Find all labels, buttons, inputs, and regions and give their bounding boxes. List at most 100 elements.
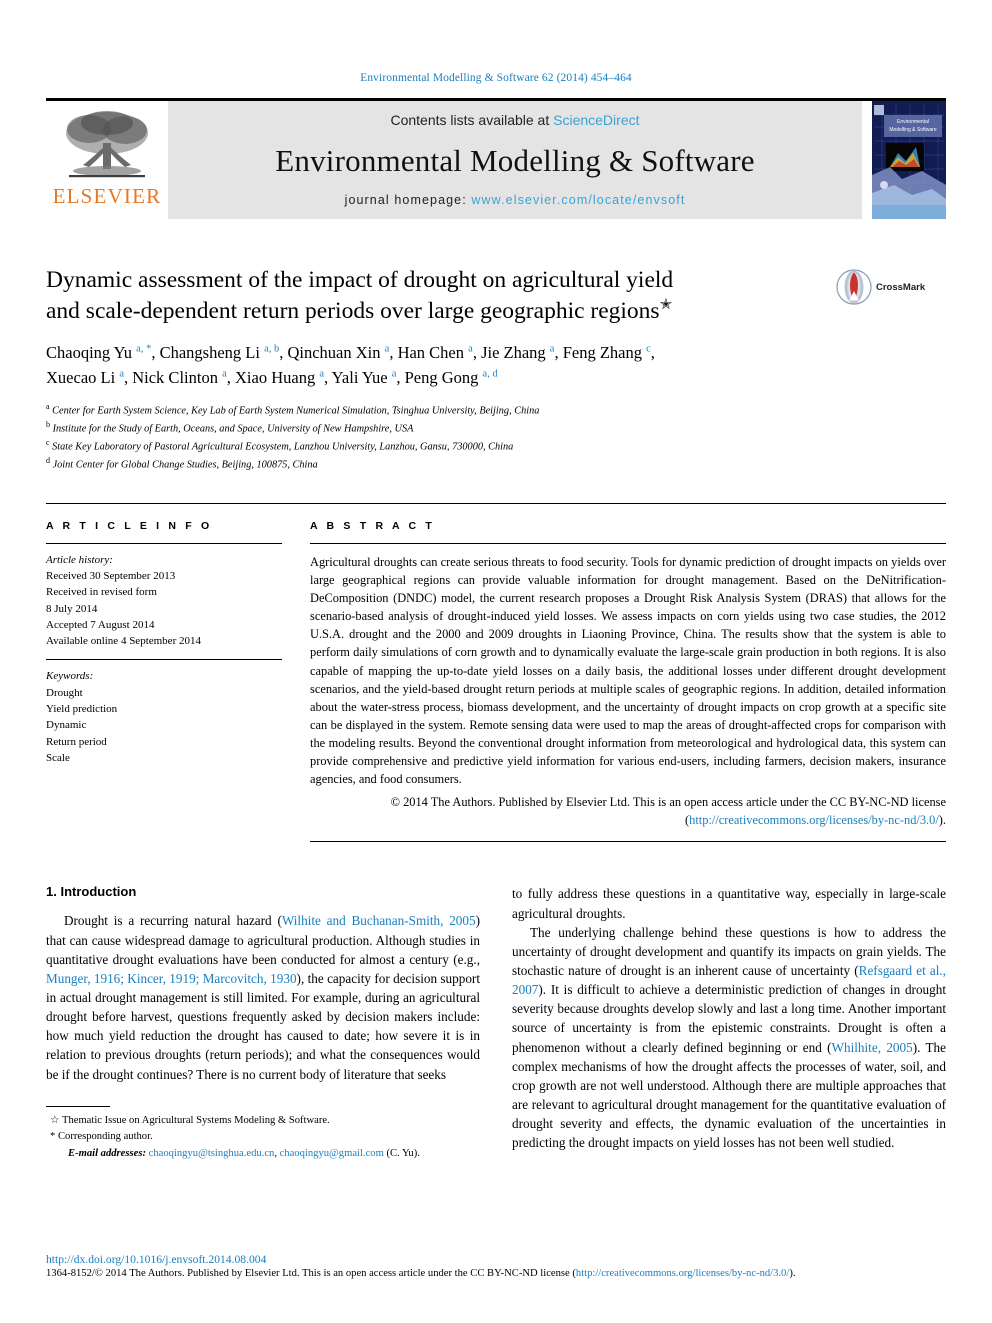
doi-link[interactable]: http://dx.doi.org/10.1016/j.envsoft.2014… bbox=[46, 1253, 946, 1266]
homepage-prefix: journal homepage: bbox=[344, 193, 472, 207]
author-affil-marker: a bbox=[222, 368, 227, 380]
citation-link[interactable]: Wilhite and Buchanan-Smith, 2005 bbox=[282, 913, 476, 928]
section-heading-introduction: 1. Introduction bbox=[46, 884, 137, 900]
affiliation-list: a Center for Earth System Science, Key L… bbox=[46, 401, 946, 473]
keyword-item: Drought bbox=[46, 686, 83, 699]
affiliation-marker: a bbox=[46, 401, 50, 411]
paper-title-line-2: and scale-dependent return periods over … bbox=[46, 297, 660, 324]
keyword-item: Dynamic bbox=[46, 719, 87, 732]
crossmark-label: CrossMark bbox=[876, 281, 926, 293]
affiliation-text: Joint Center for Global Change Studies, … bbox=[52, 459, 318, 471]
abstract-rule-bottom bbox=[310, 841, 946, 843]
abstract-column: A B S T R A C T Agricultural droughts ca… bbox=[310, 520, 946, 843]
author-affil-marker: a bbox=[319, 368, 324, 380]
footnote-corresponding-text: Corresponding author. bbox=[57, 1131, 153, 1143]
author-entry: Changsheng Li a, b, bbox=[159, 343, 288, 363]
author-entry: Xuecao Li a, bbox=[46, 367, 133, 387]
affiliation-text: State Key Laboratory of Pastoral Agricul… bbox=[52, 441, 514, 453]
intro2-text-c: ). The complex mechanisms of how the dro… bbox=[512, 1039, 946, 1151]
author-entry: Xiao Huang a, bbox=[235, 367, 332, 387]
intro-text-c: ), the capacity for decision support in … bbox=[46, 970, 480, 1082]
affiliation-text: Institute for the Study of Earth, Oceans… bbox=[52, 423, 414, 435]
keywords-block: Keywords: Drought Yield prediction Dynam… bbox=[46, 659, 282, 766]
issn-prefix: 1364-8152/© 2014 The Authors. Published … bbox=[46, 1268, 576, 1279]
article-info-column: A R T I C L E I N F O Article history: R… bbox=[46, 520, 282, 843]
article-history-line: Accepted 7 August 2014 bbox=[46, 618, 155, 631]
author-entry: Han Chen a, bbox=[397, 343, 482, 363]
journal-cover-art-icon: Environmental Modelling & Software bbox=[872, 101, 946, 219]
author-entry: Feng Zhang c, bbox=[562, 343, 655, 363]
footnote-thematic-issue: ☆ Thematic Issue on Agricultural Systems… bbox=[46, 1113, 480, 1129]
title-text-wrapper: Dynamic assessment of the impact of drou… bbox=[46, 265, 836, 326]
author-entry: Peng Gong a, d bbox=[404, 367, 498, 387]
author-entry: Qinchuan Xin a, bbox=[287, 343, 398, 363]
citation-link[interactable]: Munger, 1916; Kincer, 1919; Marcovitch, … bbox=[46, 971, 297, 986]
author-affil-marker: a bbox=[549, 343, 555, 355]
citation-link[interactable]: Whilhite, 2005 bbox=[832, 1040, 913, 1055]
journal-cover-thumbnail: Environmental Modelling & Software bbox=[872, 101, 946, 219]
svg-text:Modelling & Software: Modelling & Software bbox=[889, 127, 936, 133]
keyword-item: Return period bbox=[46, 735, 107, 748]
email-link-primary[interactable]: chaoqingyu@tsinghua.edu.cn bbox=[149, 1148, 275, 1159]
footer-license-link[interactable]: http://creativecommons.org/licenses/by-n… bbox=[576, 1268, 789, 1279]
crossmark-badge[interactable]: CrossMark bbox=[836, 265, 946, 305]
author-entry: Yali Yue a, bbox=[331, 367, 405, 387]
body-column-left: 1. Introduction Drought is a recurring n… bbox=[46, 884, 480, 1161]
email-link-secondary[interactable]: chaoqingyu@gmail.com bbox=[280, 1148, 384, 1159]
running-head: Environmental Modelling & Software 62 (2… bbox=[360, 72, 632, 84]
author-entry: Jie Zhang a, bbox=[481, 343, 563, 363]
affiliation-item: a Center for Earth System Science, Key L… bbox=[46, 401, 946, 419]
homepage-link[interactable]: www.elsevier.com/locate/envsoft bbox=[471, 193, 685, 207]
page-title: Dynamic assessment of the impact of drou… bbox=[46, 265, 836, 326]
affiliation-item: b Institute for the Study of Earth, Ocea… bbox=[46, 419, 946, 437]
page-footer: http://dx.doi.org/10.1016/j.envsoft.2014… bbox=[46, 1253, 946, 1279]
footnote-star-marker: ☆ bbox=[50, 1114, 60, 1126]
issn-copyright-line: 1364-8152/© 2014 The Authors. Published … bbox=[46, 1268, 946, 1279]
affiliation-item: d Joint Center for Global Change Studies… bbox=[46, 455, 946, 473]
journal-homepage-line: journal homepage: www.elsevier.com/locat… bbox=[345, 193, 686, 207]
issn-tail: ). bbox=[789, 1268, 796, 1279]
keyword-item: Yield prediction bbox=[46, 702, 118, 715]
author-affil-marker: a bbox=[384, 343, 390, 355]
copyright-tail: ). bbox=[938, 813, 946, 828]
elsevier-logo: ELSEVIER bbox=[46, 101, 168, 219]
info-abstract-section: A R T I C L E I N F O Article history: R… bbox=[46, 502, 946, 843]
license-link[interactable]: http://creativecommons.org/licenses/by-n… bbox=[689, 813, 939, 827]
author-affil-marker: a bbox=[391, 368, 397, 380]
abstract-heading: A B S T R A C T bbox=[310, 519, 435, 532]
author-entry: Nick Clinton a, bbox=[132, 367, 235, 387]
author-affil-marker: c bbox=[646, 343, 651, 355]
journal-title: Environmental Modelling & Software bbox=[275, 142, 755, 178]
contents-prefix: Contents lists available at bbox=[390, 112, 554, 128]
article-history-line: Received 30 September 2013 bbox=[46, 570, 176, 583]
footnote-asterisk-marker: * bbox=[50, 1131, 56, 1143]
footnote-email-line: E-mail addresses: chaoqingyu@tsinghua.ed… bbox=[46, 1146, 480, 1162]
intro-paragraph-2: The underlying challenge behind these qu… bbox=[512, 923, 946, 1153]
title-block: Dynamic assessment of the impact of drou… bbox=[46, 265, 946, 326]
author-affil-marker: a, d bbox=[482, 368, 498, 380]
keywords-label: Keywords: bbox=[46, 670, 94, 683]
affiliation-marker: b bbox=[46, 419, 50, 429]
sciencedirect-link[interactable]: ScienceDirect bbox=[553, 112, 639, 128]
author-list: Chaoqing Yu a, *, Changsheng Li a, b, Qi… bbox=[46, 341, 946, 391]
article-first-page: Environmental Modelling & Software 62 (2… bbox=[0, 0, 992, 1323]
crossmark-icon bbox=[836, 269, 872, 305]
article-history-label: Article history: bbox=[46, 553, 113, 566]
author-affil-marker: a bbox=[468, 343, 473, 355]
body-column-right: to fully address these questions in a qu… bbox=[512, 884, 946, 1161]
author-entry: Chaoqing Yu a, *, bbox=[46, 343, 160, 363]
article-history-line: Available online 4 September 2014 bbox=[46, 635, 201, 648]
email-label: E-mail addresses: bbox=[68, 1147, 146, 1159]
article-info-heading: A R T I C L E I N F O bbox=[46, 519, 213, 532]
abstract-copyright: © 2014 The Authors. Published by Elsevie… bbox=[310, 793, 946, 829]
affiliation-item: c State Key Laboratory of Pastoral Agric… bbox=[46, 437, 946, 455]
author-affil-marker: a, * bbox=[136, 343, 152, 355]
footnote-corresponding-author: * Corresponding author. bbox=[46, 1129, 480, 1145]
email-owner: (C. Yu). bbox=[383, 1147, 420, 1159]
masthead-center-panel: Contents lists available at ScienceDirec… bbox=[168, 101, 862, 219]
footnote-block: ☆ Thematic Issue on Agricultural Systems… bbox=[46, 1105, 480, 1162]
elsevier-tree-icon bbox=[66, 111, 148, 178]
article-history-line: 8 July 2014 bbox=[46, 602, 98, 615]
footnote-star-text: Thematic Issue on Agricultural Systems M… bbox=[61, 1114, 330, 1126]
article-history-block: Article history: Received 30 September 2… bbox=[46, 544, 282, 650]
